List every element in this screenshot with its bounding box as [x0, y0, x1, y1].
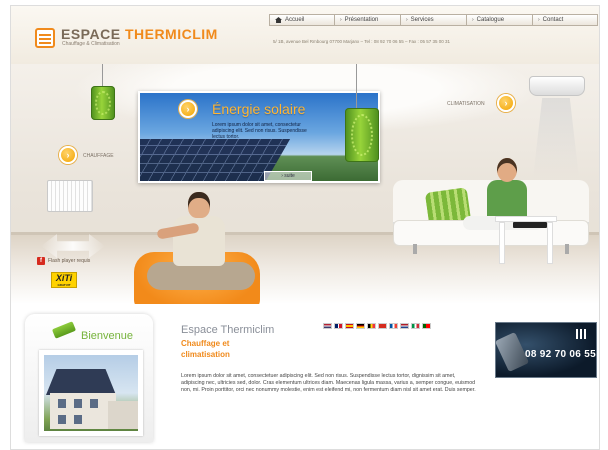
nav-label: Présentation — [344, 17, 379, 23]
house-window — [74, 399, 82, 408]
nav-item-services[interactable]: › Services — [400, 14, 466, 26]
solaire-hotspot-icon[interactable]: › — [179, 100, 197, 118]
content-subtitle: Chauffage et climatisation — [181, 339, 230, 359]
sofa-leg — [565, 244, 569, 254]
sofa-scene — [393, 158, 589, 254]
man-head — [188, 192, 210, 218]
pendant-lamp-left — [91, 64, 115, 120]
flag-icon[interactable] — [334, 323, 343, 329]
climatisation-label: CLIMATISATION — [447, 101, 485, 107]
flag-icon[interactable] — [411, 323, 420, 329]
solar-more-button[interactable]: › suite — [264, 171, 312, 181]
sofa-leg — [413, 244, 417, 254]
table-leg — [547, 222, 553, 264]
nav-label: Contact — [542, 17, 564, 23]
house-roof — [46, 369, 116, 395]
flash-required-notice[interactable]: f Flash player requis — [37, 257, 90, 265]
nav-label: Services — [410, 17, 434, 23]
welcome-panel: Bienvenue — [25, 314, 153, 442]
arrow-icon: › — [472, 17, 474, 23]
main-nav: Accueil › Présentation › Services › Cata… — [269, 14, 598, 26]
flag-icon[interactable] — [378, 323, 387, 329]
house-window — [74, 415, 82, 424]
climatisation-hotspot-icon[interactable]: › — [497, 94, 515, 112]
house-window — [58, 399, 66, 408]
table-leg — [499, 222, 505, 264]
flag-icon[interactable] — [323, 323, 332, 329]
arrow-icon: › — [340, 17, 342, 23]
content-body: Lorem ipsum dolor sit amet, consectetuer… — [181, 373, 476, 393]
xiti-logo-text: XiTi — [55, 273, 73, 283]
man-body — [173, 216, 225, 266]
nav-label: Accueil — [285, 17, 305, 23]
house-window — [58, 415, 66, 424]
nav-item-presentation[interactable]: › Présentation — [334, 14, 400, 26]
house-annex — [108, 401, 138, 429]
solar-energy-card[interactable]: Énergie solaire Lorem ipsum dolor sit am… — [138, 91, 380, 183]
xiti-badge[interactable]: XiTi GRATUIT — [51, 272, 77, 288]
site-logo[interactable]: ESPACE THERMICLIM — [61, 26, 218, 42]
site-tagline: Chauffage & Climatisation — [62, 41, 120, 47]
tag-icon — [51, 321, 77, 339]
flag-icon[interactable] — [389, 323, 398, 329]
xiti-sub-text: GRATUIT — [57, 283, 71, 287]
woman-head — [497, 158, 517, 182]
logo-icon[interactable] — [35, 28, 55, 48]
phone-banner[interactable]: 08 92 70 06 55 — [494, 322, 597, 378]
page: ESPACE THERMICLIM Chauffage & Climatisat… — [10, 5, 600, 450]
house-icon — [275, 17, 282, 23]
pendant-lamp-center — [345, 64, 379, 162]
flag-icon[interactable] — [356, 323, 365, 329]
nav-item-contact[interactable]: › Contact — [532, 14, 598, 26]
nav-item-accueil[interactable]: Accueil — [269, 14, 334, 26]
flash-icon: f — [37, 257, 45, 265]
contact-address: 5/ 1B, avenue Bel Rmbourg 07700 Marjanx … — [273, 39, 451, 44]
house-window — [90, 399, 98, 408]
phone-icon — [494, 331, 530, 373]
welcome-title: Bienvenue — [81, 330, 133, 342]
air-flow — [533, 98, 579, 178]
hero-flash-banner[interactable]: › CHAUFFAGE Énergie solaire Lorem ipsum … — [11, 64, 599, 304]
flag-icon[interactable] — [367, 323, 376, 329]
logo-accent: THERMICLIM — [124, 26, 218, 42]
site-header: ESPACE THERMICLIM Chauffage & Climatisat… — [11, 6, 599, 64]
air-conditioner — [529, 76, 585, 96]
arrow-icon: › — [538, 17, 540, 23]
phone-number: 08 92 70 06 55 — [525, 349, 596, 360]
chauffage-hotspot-icon[interactable]: › — [59, 146, 77, 164]
solar-text: Lorem ipsum dolor sit amet, consectetur … — [212, 122, 307, 140]
content-title: Espace Thermiclim — [181, 324, 275, 336]
chauffage-label: CHAUFFAGE — [83, 153, 114, 159]
language-flags — [323, 323, 431, 329]
house-solar-photo — [39, 350, 143, 436]
flag-icon[interactable] — [400, 323, 409, 329]
man-legs — [147, 262, 255, 290]
flash-required-text: Flash player requis — [48, 258, 91, 264]
nav-label: Catalogue — [476, 17, 505, 23]
arrow-icon: › — [406, 17, 408, 23]
radiator — [47, 180, 93, 212]
flag-icon[interactable] — [422, 323, 431, 329]
nav-item-catalogue[interactable]: › Catalogue — [466, 14, 532, 26]
flag-icon[interactable] — [345, 323, 354, 329]
coffee-table — [495, 216, 557, 264]
keypad-icon — [576, 329, 588, 339]
logo-prefix: ESPACE — [61, 26, 121, 42]
man-figure — [147, 192, 255, 302]
solar-title: Énergie solaire — [212, 101, 306, 117]
